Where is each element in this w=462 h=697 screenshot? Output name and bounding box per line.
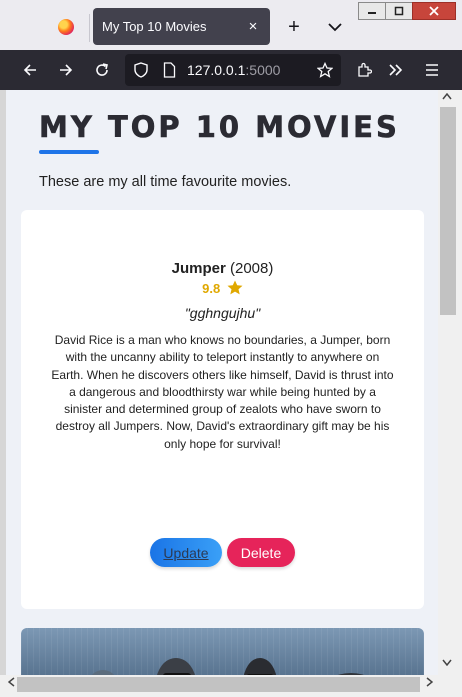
window-controls (358, 2, 456, 20)
tab-close-icon[interactable]: × (244, 17, 262, 35)
scroll-left-icon[interactable] (7, 677, 15, 690)
movie-year: (2008) (230, 260, 274, 277)
firefox-icon (58, 19, 74, 35)
bookmark-star-icon[interactable] (315, 60, 335, 80)
url-port: :5000 (245, 62, 281, 78)
overflow-chevron-icon[interactable] (386, 60, 406, 80)
vertical-scroll-thumb[interactable] (440, 107, 456, 315)
url-text[interactable]: 127.0.0.1:5000 (187, 62, 280, 78)
extensions-icon[interactable] (354, 60, 374, 80)
movie-name: Jumper (171, 260, 226, 277)
back-icon[interactable] (20, 60, 40, 80)
maximize-icon[interactable] (385, 2, 413, 20)
forward-icon[interactable] (56, 60, 76, 80)
page-subtitle: These are my all time favourite movies. (39, 174, 292, 190)
movie-description: David Rice is a man who knows no boundar… (51, 333, 394, 451)
scroll-down-icon[interactable] (442, 658, 452, 669)
address-bar[interactable]: 127.0.0.1:5000 (125, 54, 341, 86)
movie-review: "gghngujhu" (184, 305, 261, 321)
scroll-right-icon[interactable] (426, 677, 434, 690)
scroll-up-icon[interactable] (442, 92, 452, 103)
tab-active[interactable]: My Top 10 Movies × (93, 8, 270, 45)
shield-icon[interactable] (131, 60, 151, 80)
movie-rating: 9.8 (21, 280, 424, 298)
window-close-icon[interactable] (412, 2, 456, 20)
rating-value: 9.8 (202, 281, 221, 296)
page-viewport: MY TOP 10 MOVIES These are my all time f… (6, 90, 438, 675)
browser-titlebar: My Top 10 Movies × + (0, 0, 462, 50)
browser-toolbar: 127.0.0.1:5000 (0, 50, 462, 90)
url-host: 127.0.0.1 (187, 62, 246, 78)
movie-card-poster (21, 628, 424, 675)
delete-button[interactable]: Delete (227, 538, 295, 567)
menu-icon[interactable] (422, 60, 442, 80)
movie-title: Jumper (2008) (21, 260, 424, 277)
page-title: MY TOP 10 MOVIES (39, 110, 400, 145)
star-icon (227, 280, 243, 298)
tab-separator (89, 14, 90, 42)
update-button[interactable]: Update (150, 538, 222, 567)
title-underline (39, 150, 99, 154)
scrollbar-corner (438, 675, 462, 697)
new-tab-icon[interactable]: + (283, 16, 305, 38)
horizontal-scroll-thumb[interactable] (17, 677, 420, 692)
tab-title: My Top 10 Movies (102, 19, 207, 34)
page-info-icon[interactable] (159, 60, 179, 80)
movie-card: Jumper (2008) 9.8 "gghngujhu" David Rice… (21, 210, 424, 609)
poster-rain (21, 628, 424, 675)
reload-icon[interactable] (92, 60, 112, 80)
list-all-tabs-icon[interactable] (324, 16, 346, 38)
firefox-tab[interactable] (44, 8, 88, 46)
minimize-icon[interactable] (358, 2, 386, 20)
